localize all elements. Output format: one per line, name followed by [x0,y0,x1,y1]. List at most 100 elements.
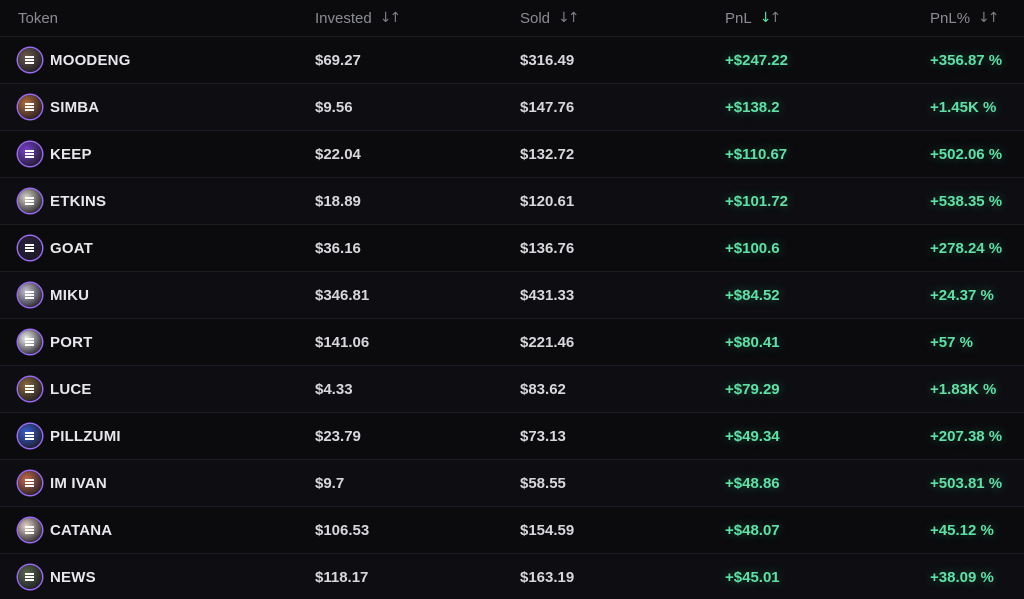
invested-value: $22.04 [315,145,361,163]
token-name[interactable]: IM IVAN [50,475,107,492]
pnl-pct-value: +356.87 % [930,51,1003,69]
chain-badge-icon [25,56,34,64]
token-name[interactable]: SIMBA [50,99,99,116]
token-avatar-icon [18,142,42,166]
token-cell[interactable]: IM IVAN [0,471,315,495]
sold-value: $316.49 [520,51,575,69]
token-cell[interactable]: NEWS [0,565,315,589]
sort-arrows-icon[interactable]: ↓↑ [380,10,401,26]
token-name[interactable]: ETKINS [50,193,106,210]
pnl-pct-value: +538.35 % [930,192,1003,210]
pnl-value: +$100.6 [725,239,780,257]
invested-value: $18.89 [315,192,361,210]
token-name[interactable]: NEWS [50,569,96,586]
sort-arrows-icon[interactable]: ↓↑ [558,10,579,26]
token-name[interactable]: MIKU [50,287,89,304]
chain-badge-icon [25,385,34,393]
sold-value: $83.62 [520,380,566,398]
token-cell[interactable]: SIMBA [0,95,315,119]
pnl-pct-value: +503.81 % [930,474,1003,492]
header-invested-label: Invested [315,9,372,27]
token-name[interactable]: PILLZUMI [50,428,121,445]
sold-value: $431.33 [520,286,575,304]
pnl-value: +$49.34 [725,427,780,445]
pnl-pct-value: +1.83K % [930,380,997,398]
table-row[interactable]: PORT $141.06 $221.46 +$80.41 +57 % [0,319,1024,366]
chain-badge-icon [25,573,34,581]
header-token-label: Token [18,9,59,27]
pnl-pct-value: +207.38 % [930,427,1003,445]
header-pnl-pct[interactable]: PnL% ↓↑ [930,10,1024,27]
token-cell[interactable]: MOODENG [0,48,315,72]
invested-value: $346.81 [315,286,370,304]
chain-badge-icon [25,150,34,158]
sold-value: $132.72 [520,145,575,163]
table-row[interactable]: MOODENG $69.27 $316.49 +$247.22 +356.87 % [0,37,1024,84]
token-cell[interactable]: GOAT [0,236,315,260]
table-row[interactable]: MIKU $346.81 $431.33 +$84.52 +24.37 % [0,272,1024,319]
chain-badge-icon [25,291,34,299]
sold-value: $221.46 [520,333,575,351]
chain-badge-icon [25,479,34,487]
header-token[interactable]: Token [0,10,315,27]
token-avatar-icon [18,471,42,495]
pnl-value: +$101.72 [725,192,788,210]
table-row[interactable]: NEWS $118.17 $163.19 +$45.01 +38.09 % [0,554,1024,599]
token-cell[interactable]: MIKU [0,283,315,307]
header-pnl-pct-label: PnL% [930,9,971,27]
token-cell[interactable]: ETKINS [0,189,315,213]
pnl-table: Token Invested ↓↑ Sold ↓↑ PnL ↓↑ PnL% ↓↑… [0,0,1024,599]
header-sold[interactable]: Sold ↓↑ [520,10,725,27]
pnl-pct-value: +278.24 % [930,239,1003,257]
sort-arrows-active-icon[interactable]: ↓↑ [760,10,781,26]
table-header: Token Invested ↓↑ Sold ↓↑ PnL ↓↑ PnL% ↓↑ [0,0,1024,37]
header-invested[interactable]: Invested ↓↑ [315,10,520,27]
pnl-pct-value: +24.37 % [930,286,994,304]
sold-value: $147.76 [520,98,575,116]
token-name[interactable]: MOODENG [50,52,131,69]
token-avatar-icon [18,189,42,213]
chain-badge-icon [25,103,34,111]
chain-badge-icon [25,338,34,346]
sort-arrows-icon[interactable]: ↓↑ [978,10,999,26]
table-row[interactable]: IM IVAN $9.7 $58.55 +$48.86 +503.81 % [0,460,1024,507]
pnl-pct-value: +57 % [930,333,973,351]
pnl-value: +$79.29 [725,380,780,398]
header-sold-label: Sold [520,9,551,27]
token-cell[interactable]: KEEP [0,142,315,166]
table-row[interactable]: SIMBA $9.56 $147.76 +$138.2 +1.45K % [0,84,1024,131]
invested-value: $141.06 [315,333,370,351]
invested-value: $9.56 [315,98,353,116]
table-row[interactable]: LUCE $4.33 $83.62 +$79.29 +1.83K % [0,366,1024,413]
pnl-value: +$110.67 [725,145,788,163]
table-row[interactable]: CATANA $106.53 $154.59 +$48.07 +45.12 % [0,507,1024,554]
token-cell[interactable]: PILLZUMI [0,424,315,448]
token-avatar-icon [18,48,42,72]
token-name[interactable]: LUCE [50,381,92,398]
table-row[interactable]: GOAT $36.16 $136.76 +$100.6 +278.24 % [0,225,1024,272]
token-cell[interactable]: LUCE [0,377,315,401]
token-cell[interactable]: CATANA [0,518,315,542]
sold-value: $120.61 [520,192,575,210]
sold-value: $58.55 [520,474,566,492]
token-avatar-icon [18,95,42,119]
token-name[interactable]: GOAT [50,240,93,257]
sold-value: $163.19 [520,568,575,586]
token-avatar-icon [18,565,42,589]
invested-value: $4.33 [315,380,353,398]
table-row[interactable]: ETKINS $18.89 $120.61 +$101.72 +538.35 % [0,178,1024,225]
table-row[interactable]: KEEP $22.04 $132.72 +$110.67 +502.06 % [0,131,1024,178]
pnl-value: +$247.22 [725,51,788,69]
pnl-pct-value: +502.06 % [930,145,1003,163]
table-row[interactable]: PILLZUMI $23.79 $73.13 +$49.34 +207.38 % [0,413,1024,460]
chain-badge-icon [25,526,34,534]
header-pnl[interactable]: PnL ↓↑ [725,10,930,27]
chain-badge-icon [25,432,34,440]
table-body: MOODENG $69.27 $316.49 +$247.22 +356.87 % SIM… [0,37,1024,599]
token-name[interactable]: PORT [50,334,92,351]
invested-value: $9.7 [315,474,345,492]
pnl-value: +$138.2 [725,98,780,116]
token-name[interactable]: KEEP [50,146,92,163]
token-name[interactable]: CATANA [50,522,112,539]
token-cell[interactable]: PORT [0,330,315,354]
